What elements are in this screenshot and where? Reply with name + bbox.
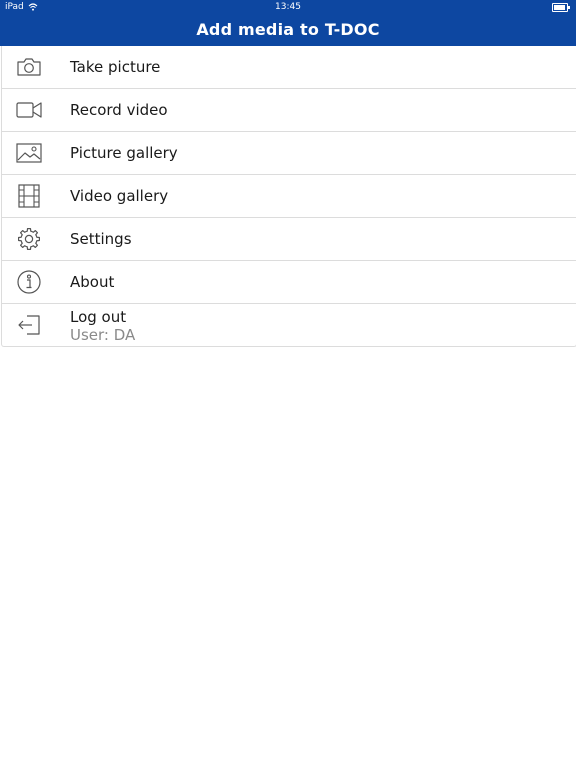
navigation-bar: iPad 13:45 Add media to T-DOC — [0, 0, 576, 46]
user-label: User: DA — [70, 326, 136, 344]
menu-item-label: Log out — [70, 308, 127, 326]
menu-item-video-gallery[interactable]: Video gallery — [2, 175, 576, 218]
menu-item-take-picture[interactable]: Take picture — [2, 46, 576, 89]
gear-icon — [15, 227, 43, 251]
menu-item-picture-gallery[interactable]: Picture gallery — [2, 132, 576, 175]
menu-item-label: Take picture — [70, 58, 161, 76]
menu-item-label: Record video — [70, 101, 168, 119]
menu-item-settings[interactable]: Settings — [2, 218, 576, 261]
film-icon — [15, 184, 43, 208]
menu-item-label: Video gallery — [70, 187, 169, 205]
video-camera-icon — [15, 98, 43, 122]
battery-level — [554, 5, 565, 10]
info-icon — [15, 270, 43, 294]
logout-icon — [15, 313, 43, 337]
status-time: 13:45 — [275, 2, 301, 12]
image-icon — [15, 141, 43, 165]
status-bar: iPad 13:45 — [0, 0, 576, 16]
menu-item-label: Picture gallery — [70, 144, 178, 162]
battery-icon — [552, 3, 570, 12]
menu-item-log-out[interactable]: Log out User: DA — [2, 304, 576, 346]
menu-item-label: Settings — [70, 230, 132, 248]
menu-list: Take picture Record video Picture galler… — [1, 46, 576, 347]
camera-icon — [15, 55, 43, 79]
menu-item-record-video[interactable]: Record video — [2, 89, 576, 132]
menu-item-about[interactable]: About — [2, 261, 576, 304]
page-title: Add media to T-DOC — [196, 20, 380, 39]
menu-item-label: About — [70, 273, 115, 291]
